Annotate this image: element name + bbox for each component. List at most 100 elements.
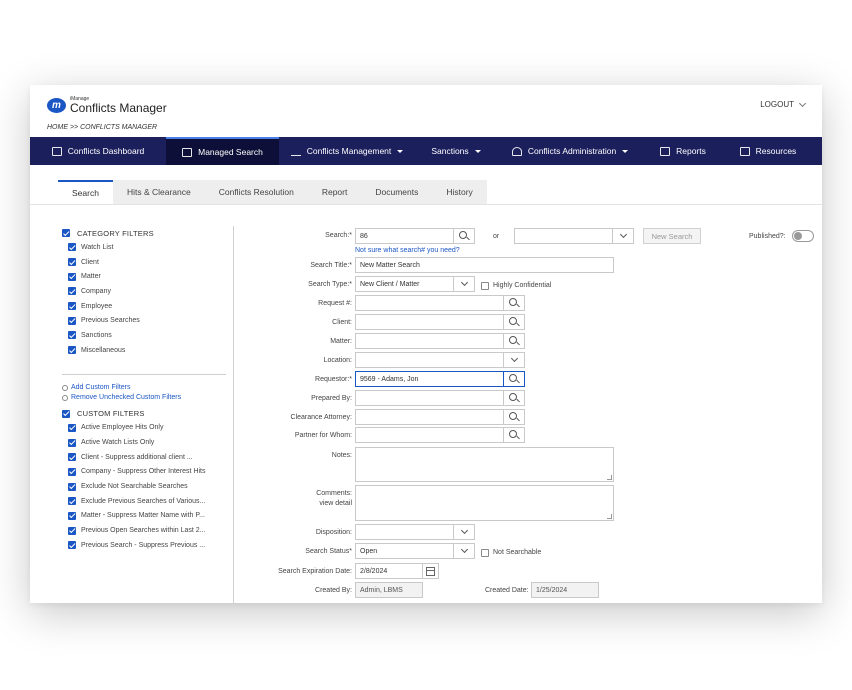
add-custom-filters-link[interactable]: Add Custom Filters [62,383,227,393]
prepared-by-search-button[interactable] [503,390,525,406]
search-select[interactable] [514,228,613,244]
not-searchable-checkbox[interactable] [481,549,489,557]
checkbox-checked-icon[interactable] [68,497,76,506]
new-search-button[interactable]: New Search [643,228,701,244]
custom-filter-item[interactable]: Matter - Suppress Matter Name with P... [62,509,227,524]
search-type-select[interactable]: New Client / Matter [355,276,454,292]
custom-filter-item[interactable]: Client - Suppress additional client ... [62,450,227,465]
clearance-attorney-search-button[interactable] [503,409,525,425]
checkbox-checked-icon[interactable] [68,346,76,355]
nav-reports[interactable]: Reports [643,137,723,165]
nav-conflicts-dashboard[interactable]: Conflicts Dashboard [30,137,166,165]
custom-filter-item[interactable]: Active Employee Hits Only [62,421,227,436]
category-filter-item[interactable]: Company [62,284,227,299]
checkbox-checked-icon[interactable] [68,541,76,550]
category-filter-item[interactable]: Watch List [62,240,227,255]
tab-hits-clearance[interactable]: Hits & Clearance [112,180,205,204]
checkbox-checked-icon[interactable] [68,438,76,447]
search-type-dropdown[interactable] [453,276,475,292]
view-detail-label[interactable]: view detail [242,500,352,507]
client-input[interactable] [355,314,504,330]
custom-filters-header[interactable]: CUSTOM FILTERS [62,407,227,421]
custom-filter-item[interactable]: Active Watch Lists Only [62,435,227,450]
remove-custom-filters-link[interactable]: Remove Unchecked Custom Filters [62,393,227,403]
search-number-input[interactable]: 86 [355,228,454,244]
checkbox-checked-icon[interactable] [68,316,76,325]
nav-resources[interactable]: Resources [723,137,813,165]
category-filter-item[interactable]: Miscellaneous [62,343,227,358]
chevron-down-icon [619,230,627,239]
checkbox-checked-icon[interactable] [68,243,76,252]
requestor-search-button[interactable] [503,371,525,387]
checkbox-checked-icon[interactable] [68,511,76,520]
checkbox-checked-icon[interactable] [68,331,76,340]
tab-history[interactable]: History [432,180,487,204]
custom-filter-item[interactable]: Previous Open Searches within Last 2... [62,523,227,538]
nav-conflicts-management[interactable]: Conflicts Management [279,137,415,165]
filter-divider [62,373,226,375]
checkbox-checked-icon[interactable] [62,229,70,237]
requestor-input[interactable]: 9569 - Adams, Jon [355,371,504,387]
comments-label: Comments: [316,490,352,497]
custom-filter-item[interactable]: Exclude Not Searchable Searches [62,479,227,494]
checkbox-checked-icon[interactable] [68,287,76,296]
brand-logo[interactable]: m iManage Conflicts Manager [47,97,167,114]
expiration-date-input[interactable]: 2/8/2024 [355,563,423,579]
notes-textarea[interactable] [355,447,614,482]
search-title-input[interactable]: New Matter Search [355,257,614,273]
checkbox-checked-icon[interactable] [68,526,76,535]
custom-filter-item[interactable]: Previous Search - Suppress Previous ... [62,538,227,553]
request-input[interactable] [355,295,504,311]
category-filter-item[interactable]: Sanctions [62,328,227,343]
disposition-dropdown[interactable] [453,524,475,540]
custom-filters-title: CUSTOM FILTERS [77,409,145,418]
list-icon [51,146,62,156]
partner-search-button[interactable] [503,427,525,443]
calendar-button[interactable] [422,563,439,579]
checkbox-checked-icon[interactable] [68,302,76,311]
nav-managed-search[interactable]: Managed Search [166,137,279,165]
tab-documents[interactable]: Documents [361,180,433,204]
published-toggle[interactable] [792,230,814,242]
client-search-button[interactable] [503,314,525,330]
checkbox-checked-icon[interactable] [68,482,76,491]
disposition-select[interactable] [355,524,454,540]
checkbox-checked-icon[interactable] [68,453,76,462]
category-filter-item[interactable]: Matter [62,269,227,284]
tab-search[interactable]: Search [58,180,113,204]
matter-search-button[interactable] [503,333,525,349]
custom-filter-item[interactable]: Company - Suppress Other Interest Hits [62,465,227,480]
clearance-attorney-label: Clearance Attorney: [290,414,352,421]
category-filter-item[interactable]: Employee [62,299,227,314]
category-filter-item[interactable]: Previous Searches [62,313,227,328]
checkbox-checked-icon[interactable] [68,467,76,476]
location-dropdown[interactable] [503,352,525,368]
partner-input[interactable] [355,427,504,443]
checkbox-checked-icon[interactable] [68,272,76,281]
nav-conflicts-administration[interactable]: Conflicts Administration [497,137,643,165]
tab-report[interactable]: Report [307,180,362,204]
highly-confidential-checkbox[interactable] [481,282,489,290]
comments-textarea[interactable] [355,485,614,521]
search-help-link[interactable]: Not sure what search# you need? [355,247,460,254]
clearance-attorney-input[interactable] [355,409,504,425]
custom-filter-item-label: Matter - Suppress Matter Name with P... [81,512,205,520]
category-filter-item[interactable]: Client [62,255,227,270]
logout-menu[interactable]: LOGOUT [760,99,807,109]
nav-sanctions[interactable]: Sanctions [415,137,497,165]
tab-conflicts-resolution[interactable]: Conflicts Resolution [204,180,308,204]
search-select-dropdown[interactable] [612,228,634,244]
search-status-dropdown[interactable] [453,543,475,559]
checkbox-checked-icon[interactable] [68,423,76,432]
search-status-select[interactable]: Open [355,543,454,559]
location-select[interactable] [355,352,504,368]
checkbox-checked-icon[interactable] [62,409,70,418]
category-filters-header[interactable]: CATEGORY FILTERS [62,226,227,240]
request-search-button[interactable] [503,295,525,311]
custom-filter-item[interactable]: Exclude Previous Searches of Various... [62,494,227,509]
prepared-by-input[interactable] [355,390,504,406]
breadcrumb[interactable]: HOME >> CONFLICTS MANAGER [47,124,157,131]
search-lookup-button[interactable] [453,228,475,244]
matter-input[interactable] [355,333,504,349]
checkbox-checked-icon[interactable] [68,258,76,267]
